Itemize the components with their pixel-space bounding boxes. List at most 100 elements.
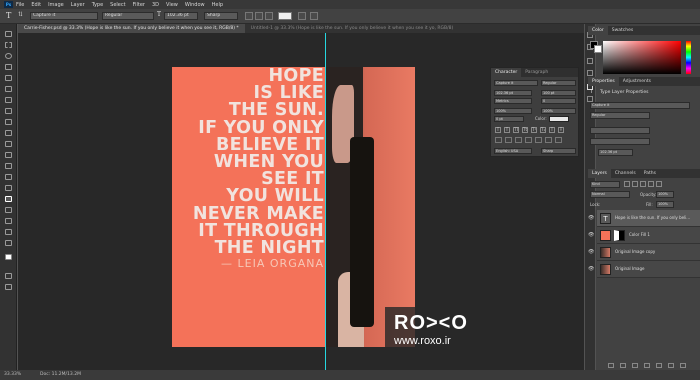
font-family-select[interactable]: Capture it (30, 12, 98, 20)
quick-mask-icon[interactable] (5, 273, 12, 279)
char-font-size[interactable]: 102.36 pt (494, 90, 532, 96)
clone-source-panel-icon[interactable] (587, 70, 593, 76)
type-tool-active-icon[interactable] (5, 196, 12, 202)
type-tool-icon[interactable]: T (6, 11, 11, 20)
tab-color[interactable]: Color (588, 26, 608, 35)
props-option[interactable] (590, 127, 650, 134)
clone-stamp-tool-icon[interactable] (5, 119, 12, 125)
superscript-button[interactable]: T¹ (531, 127, 537, 133)
lasso-tool-icon[interactable] (5, 53, 12, 59)
blend-mode-select[interactable]: Normal (590, 191, 630, 198)
visibility-eye-icon[interactable]: 👁 (588, 249, 594, 255)
small-caps-button[interactable]: Tt (522, 127, 528, 133)
opacity-input[interactable]: 100% (656, 191, 674, 198)
menu-help[interactable]: Help (212, 2, 223, 8)
layer-row-text[interactable]: 👁 T Hope is like the sun. If you only be… (588, 210, 700, 227)
new-layer-icon[interactable] (668, 363, 674, 368)
align-center-icon[interactable] (255, 12, 263, 20)
quote-text-layer[interactable]: HOPE IS LIKE THE SUN. IF YOU ONLY BELIEV… (172, 67, 326, 271)
brush-tool-icon[interactable] (5, 108, 12, 114)
tab-channels[interactable]: Channels (611, 169, 640, 178)
menu-edit[interactable]: Edit (31, 2, 41, 8)
menu-view[interactable]: View (166, 2, 178, 8)
ligature-icon[interactable] (495, 137, 502, 143)
menu-3d[interactable]: 3D (152, 2, 159, 8)
tab-untitled-1[interactable]: Untitled-1 @ 33.3% (Hope is like the sun… (245, 24, 460, 33)
dodge-tool-icon[interactable] (5, 174, 12, 180)
visibility-eye-icon[interactable]: 👁 (588, 215, 594, 221)
move-tool-icon[interactable] (5, 31, 12, 37)
props-font-style[interactable]: Regular (590, 112, 650, 119)
zoom-tool-icon[interactable] (5, 240, 12, 246)
visibility-eye-icon[interactable]: 👁 (588, 266, 594, 272)
menu-image[interactable]: Image (48, 2, 64, 8)
underline-button[interactable]: T (549, 127, 555, 133)
menu-layer[interactable]: Layer (71, 2, 85, 8)
link-layers-icon[interactable] (608, 363, 614, 368)
menu-filter[interactable]: Filter (133, 2, 145, 8)
faux-italic-button[interactable]: T (504, 127, 510, 133)
tab-adjustments[interactable]: Adjustments (619, 77, 655, 86)
new-group-icon[interactable] (656, 363, 662, 368)
pen-tool-icon[interactable] (5, 185, 12, 191)
char-font-style[interactable]: Regular (541, 80, 576, 86)
background-swatch[interactable] (594, 45, 602, 53)
tab-paths[interactable]: Paths (640, 169, 660, 178)
char-tracking[interactable]: 0 (541, 98, 576, 104)
char-kerning[interactable]: Metrics (494, 98, 532, 104)
char-horizontal-scale[interactable]: 100% (541, 108, 576, 114)
warp-text-icon[interactable] (298, 12, 306, 20)
filter-pixel-icon[interactable] (624, 181, 630, 187)
props-option[interactable] (590, 138, 650, 145)
vertical-guide[interactable] (325, 33, 326, 370)
layer-row-image-copy[interactable]: 👁 Original Image copy (588, 244, 700, 261)
history-brush-tool-icon[interactable] (5, 130, 12, 136)
color-picker-field[interactable] (603, 41, 681, 74)
char-language[interactable]: English: USA (494, 148, 532, 154)
props-font-size[interactable]: 102.36 pt (598, 149, 633, 156)
char-leading[interactable]: 100 pt (541, 90, 576, 96)
marquee-tool-icon[interactable] (5, 42, 12, 48)
delete-layer-icon[interactable] (680, 363, 686, 368)
healing-brush-tool-icon[interactable] (5, 97, 12, 103)
tab-layers[interactable]: Layers (588, 169, 611, 178)
align-right-icon[interactable] (265, 12, 273, 20)
faux-bold-button[interactable]: T (495, 127, 501, 133)
strikethrough-button[interactable]: Ŧ (558, 127, 564, 133)
text-color-swatch[interactable] (278, 12, 292, 20)
char-baseline-shift[interactable]: 0 pt (494, 116, 524, 122)
character-panel-toggle-icon[interactable] (310, 12, 318, 20)
menu-window[interactable]: Window (185, 2, 205, 8)
props-font-family[interactable]: Capture it (590, 102, 690, 109)
path-selection-tool-icon[interactable] (5, 207, 12, 213)
fractions-icon[interactable] (555, 137, 562, 143)
fill-input[interactable]: 100% (656, 201, 674, 208)
font-size-select[interactable]: 102.36 pt (164, 12, 198, 20)
gradient-tool-icon[interactable] (5, 152, 12, 158)
tab-carrie-fisher[interactable]: Carrie-Fisher.psd @ 33.3% (Hope is like … (18, 24, 245, 33)
tab-character[interactable]: Character (491, 68, 522, 77)
hue-slider[interactable] (686, 41, 691, 74)
foreground-color-icon[interactable] (5, 254, 12, 260)
layer-kind-filter[interactable]: Kind (590, 181, 620, 188)
menu-select[interactable]: Select (110, 2, 125, 8)
layer-row-image[interactable]: 👁 Original Image (588, 261, 700, 278)
filter-adjustment-icon[interactable] (632, 181, 638, 187)
crop-tool-icon[interactable] (5, 75, 12, 81)
subscript-button[interactable]: T₁ (540, 127, 546, 133)
char-color-swatch[interactable] (549, 116, 569, 122)
hand-tool-icon[interactable] (5, 229, 12, 235)
swash-icon[interactable] (515, 137, 522, 143)
old-style-icon[interactable] (505, 137, 512, 143)
ordinals-icon[interactable] (545, 137, 552, 143)
eraser-tool-icon[interactable] (5, 141, 12, 147)
menu-type[interactable]: Type (92, 2, 103, 8)
blur-tool-icon[interactable] (5, 163, 12, 169)
menu-file[interactable]: File (16, 2, 24, 8)
tab-properties[interactable]: Properties (588, 77, 619, 86)
eyedropper-tool-icon[interactable] (5, 86, 12, 92)
align-left-icon[interactable] (245, 12, 253, 20)
screen-mode-icon[interactable] (5, 284, 12, 290)
layer-row-fill[interactable]: 👁 Color Fill 1 (588, 227, 700, 244)
char-vertical-scale[interactable]: 100% (494, 108, 532, 114)
